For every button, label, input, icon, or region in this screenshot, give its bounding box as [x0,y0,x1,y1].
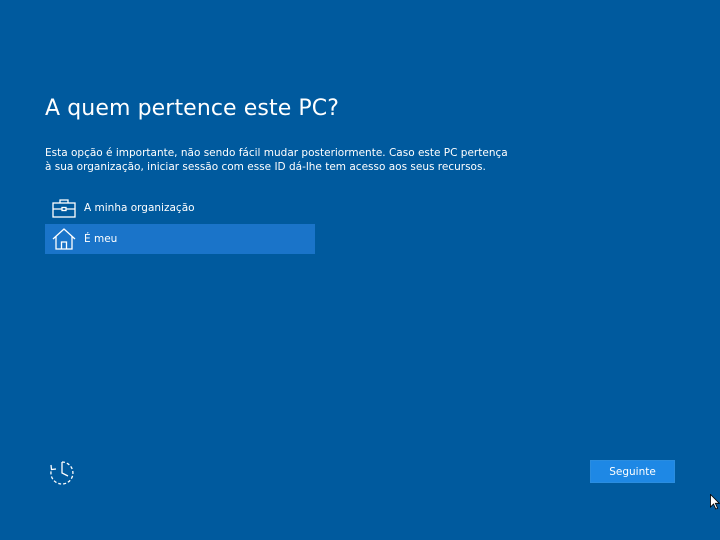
next-button[interactable]: Seguinte [590,460,675,483]
setup-screen: A quem pertence este PC? Esta opção é im… [0,0,720,540]
page-title: A quem pertence este PC? [45,96,340,121]
option-its-mine[interactable]: É meu [45,224,315,254]
option-label: É meu [84,233,118,245]
option-my-organization[interactable]: A minha organização [45,193,315,223]
option-label: A minha organização [84,202,195,214]
mouse-cursor-icon [710,493,720,510]
page-description: Esta opção é importante, não sendo fácil… [45,147,508,173]
home-icon [52,228,76,250]
briefcase-icon [52,197,76,219]
ease-of-access-icon[interactable] [49,460,75,486]
